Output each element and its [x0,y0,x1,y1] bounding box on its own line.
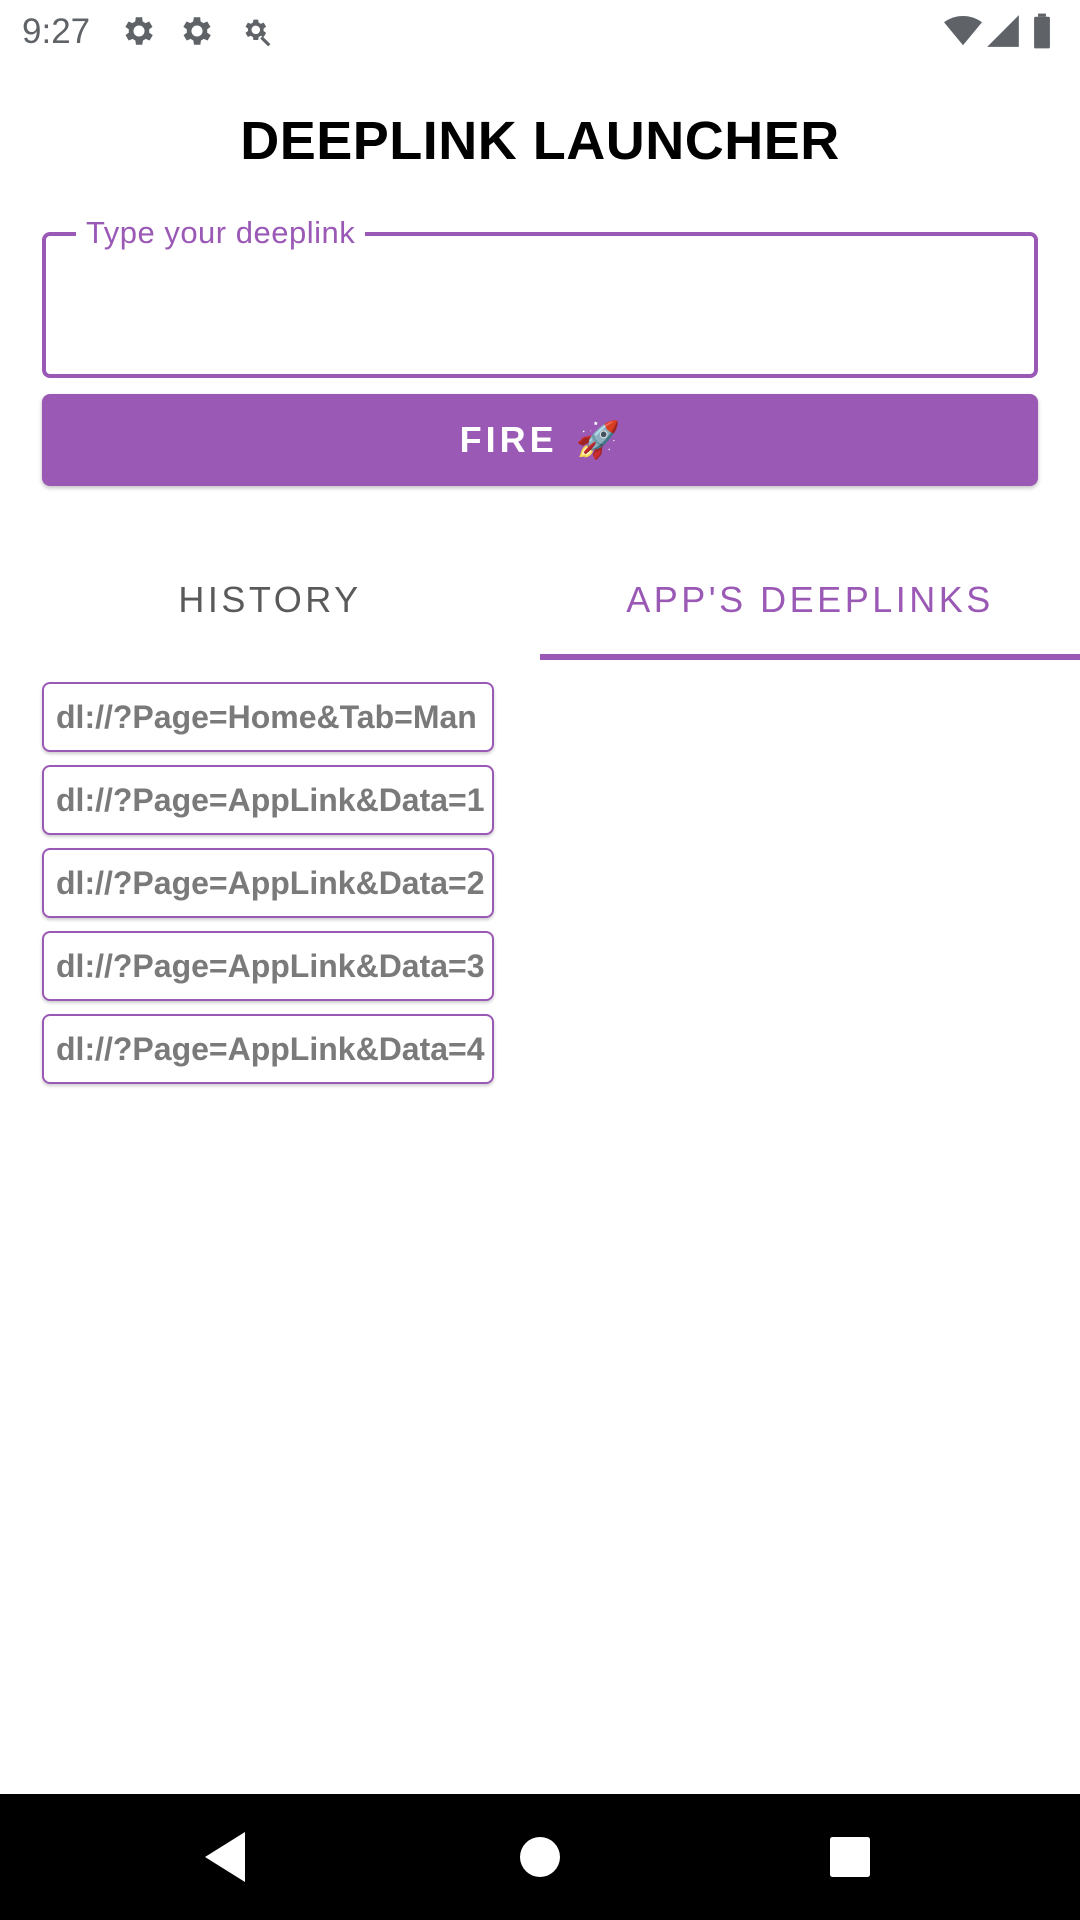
tab-apps-deeplinks[interactable]: APP'S DEEPLINKS [540,540,1080,660]
deeplink-list: dl://?Page=Home&Tab=Man dl://?Page=AppLi… [42,682,502,1097]
deeplink-chip[interactable]: dl://?Page=AppLink&Data=4 [42,1014,494,1084]
deeplink-chip[interactable]: dl://?Page=Home&Tab=Man [42,682,494,752]
rocket-icon: 🚀 [575,419,621,460]
navigation-bar [0,1794,1080,1920]
deeplink-field[interactable]: Type your deeplink [42,212,1038,378]
home-icon[interactable] [510,1827,570,1887]
recents-icon[interactable] [820,1827,880,1887]
page-title: DEEPLINK LAUNCHER [240,111,840,171]
signal-icon [984,12,1022,50]
app-screen: 9:27 DEEPLINK LAUNCHER Type your deeplin… [0,0,1080,1920]
deeplink-field-label: Type your deeplink [76,212,366,254]
battery-icon [1030,12,1054,50]
fire-button-label: FIRE [459,419,558,460]
back-icon[interactable] [195,1827,255,1887]
tab-bar: HISTORY APP'S DEEPLINKS [0,540,1080,660]
deeplink-chip[interactable]: dl://?Page=AppLink&Data=3 [42,931,494,1001]
deeplink-chip[interactable]: dl://?Page=AppLink&Data=1 [42,765,494,835]
deeplink-input[interactable] [82,276,986,338]
deeplink-chip[interactable]: dl://?Page=AppLink&Data=2 [42,848,494,918]
tab-history[interactable]: HISTORY [0,540,540,660]
wifi-icon [944,12,982,50]
tab-indicator [540,654,1080,660]
status-bar: 9:27 [0,0,1080,63]
settings-search-icon [236,12,274,50]
settings-gear-icon [178,12,216,50]
settings-gear-icon [120,12,158,50]
fire-button[interactable]: FIRE 🚀 [42,394,1038,486]
status-time: 9:27 [22,12,91,51]
